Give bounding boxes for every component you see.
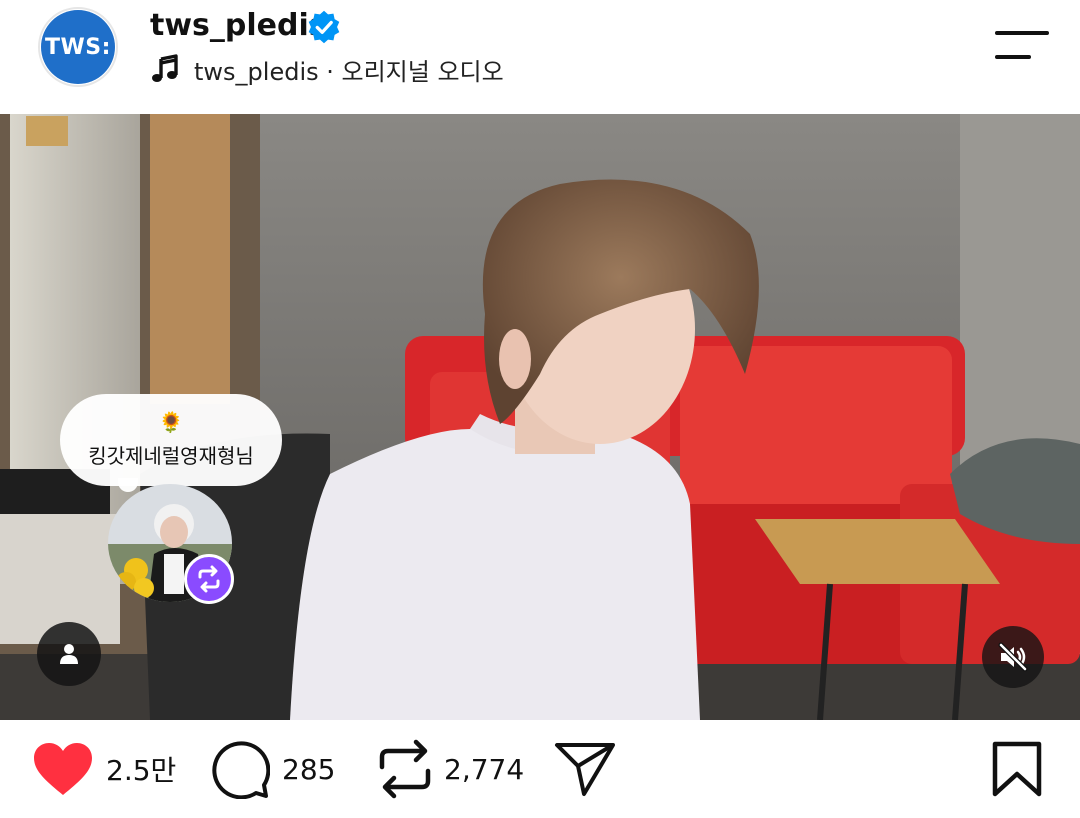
audio-attribution[interactable]: tws_pledis · 오리지널 오디오 [150,52,504,86]
bookmark-action [992,720,1042,818]
comment-count[interactable]: 285 [282,753,335,786]
profile-avatar[interactable]: TWS: [38,7,118,87]
menu-icon[interactable] [994,28,1050,64]
user-tag-icon [60,644,78,664]
repost-badge [184,554,234,604]
username[interactable]: tws_pledis [150,8,327,43]
verified-badge-icon [308,10,340,44]
repost-icon [198,565,220,593]
note-text: 킹갓제네럴영재형님 [88,443,254,468]
action-bar: 2.5만 285 2,774 [0,720,1080,818]
user-tag-button[interactable] [37,622,101,686]
audio-label: tws_pledis · 오리지널 오디오 [194,57,504,86]
heart-icon[interactable] [32,741,94,797]
note-bubble[interactable]: 🌻 킹갓제네럴영재형님 [60,394,282,486]
repost-count[interactable]: 2,774 [444,753,524,786]
post-header: TWS: tws_pledis tws_pledis · 오리지널 오디오 [0,0,1080,114]
repost-action: 2,774 [378,720,524,818]
repost-icon[interactable] [378,739,432,799]
music-note-icon [152,54,178,82]
avatar-logo: TWS: [41,10,115,84]
share-icon[interactable] [554,741,616,797]
mute-button[interactable] [982,626,1044,688]
share-action [554,720,616,818]
like-count[interactable]: 2.5만 [106,749,176,789]
bookmark-icon[interactable] [992,741,1042,797]
reel-video[interactable]: 🌻 킹갓제네럴영재형님 [0,114,1080,720]
mute-icon [998,642,1028,672]
like-action: 2.5만 [32,720,176,818]
comment-icon[interactable] [210,739,270,799]
sunflower-icon: 🌻 [158,411,184,434]
comment-action: 285 [210,720,335,818]
